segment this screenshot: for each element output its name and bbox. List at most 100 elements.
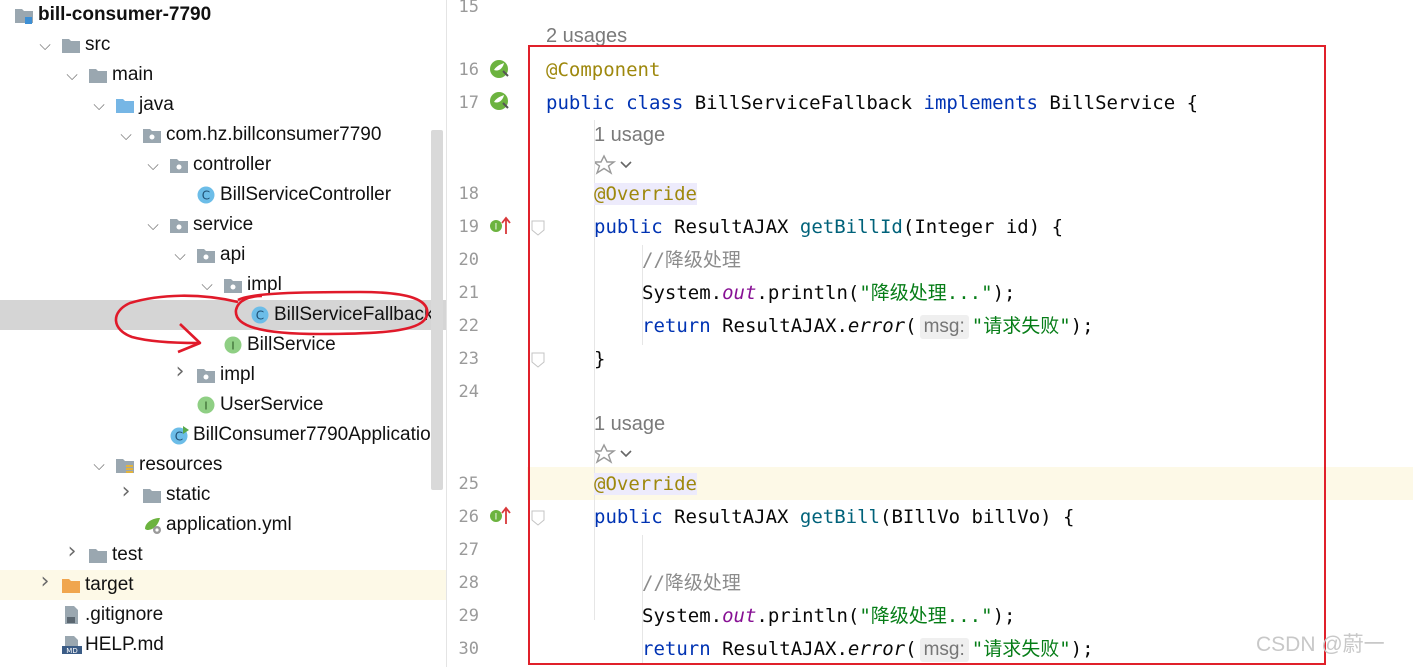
tree-item-src[interactable]: ⌵ src	[0, 30, 446, 60]
code-line-19: public ResultAJAX getBillId(Integer id) …	[594, 216, 1064, 238]
chevron-down-icon[interactable]: ⌵	[36, 35, 54, 55]
tree-item-label: application.yml	[166, 514, 292, 535]
chevron-right-icon[interactable]: ›	[36, 571, 54, 593]
svg-text:MD: MD	[66, 647, 77, 655]
markdown-file-icon: MD	[61, 635, 82, 655]
tree-item-bill-consumer-7790[interactable]: bill-consumer-7790	[0, 0, 446, 30]
folder-icon	[61, 35, 81, 55]
chevron-down-icon[interactable]: ⌵	[117, 125, 135, 145]
tree-item-controller[interactable]: ⌵ controller	[0, 150, 446, 180]
tree-item-label: main	[112, 64, 154, 85]
usages-hint-getbillid[interactable]: 1 usage	[594, 122, 665, 148]
tree-item-impl[interactable]: › impl	[0, 360, 446, 390]
line-number[interactable]: 19	[447, 215, 479, 239]
code-line-28: //降级处理	[642, 572, 741, 594]
tree-item-label: HELP.md	[85, 634, 164, 655]
line-number[interactable]: 22	[447, 314, 479, 338]
tree-item-label: BillService	[247, 334, 336, 355]
code-line-26: public ResultAJAX getBill(BIllVo billVo)…	[594, 506, 1075, 528]
spring-bean-icon[interactable]	[488, 90, 512, 118]
tree-item-test[interactable]: › test	[0, 540, 446, 570]
line-number[interactable]: 23	[447, 347, 479, 371]
folder-icon	[88, 545, 108, 565]
code-line-22: return ResultAJAX.error(msg: "请求失败");	[642, 315, 1094, 339]
tree-item-label: impl	[220, 364, 255, 385]
folder-icon	[88, 65, 108, 85]
chevron-down-icon[interactable]: ⌵	[90, 455, 108, 475]
ai-assist-icon[interactable]	[595, 443, 635, 465]
tree-item-label: BillServiceFallback	[274, 304, 434, 325]
implements-method-icon[interactable]: I	[489, 214, 513, 242]
line-number[interactable]: 28	[447, 571, 479, 595]
code-line-29: System.out.println("降级处理...");	[642, 605, 1016, 627]
package-icon	[142, 125, 162, 145]
chevron-down-icon[interactable]: ⌵	[198, 275, 216, 295]
class-icon: C	[250, 305, 270, 325]
line-number[interactable]: 16	[447, 58, 479, 82]
spring-bean-icon[interactable]	[488, 58, 512, 86]
tree-item-target[interactable]: › target	[0, 570, 446, 600]
usages-hint-getbill[interactable]: 1 usage	[594, 411, 665, 437]
tree-item-label: api	[220, 244, 246, 265]
line-number[interactable]: 21	[447, 281, 479, 305]
svg-text:C: C	[256, 309, 264, 323]
tree-item-com-hz-billconsumer7790[interactable]: ⌵ com.hz.billconsumer7790	[0, 120, 446, 150]
tree-item-userservice[interactable]: I UserService	[0, 390, 446, 420]
editor-gutter[interactable]: 15 16 17 18 19 20 21 22 23 24 25 26 27 28 29 30 I I	[447, 0, 545, 667]
tree-item-help-md[interactable]: MD HELP.md	[0, 630, 446, 660]
tree-item--gitignore[interactable]: .gitignore	[0, 600, 446, 630]
usages-hint-class[interactable]: 2 usages	[546, 23, 627, 49]
chevron-right-icon[interactable]: ›	[117, 481, 135, 503]
chevron-right-icon[interactable]: ›	[63, 541, 81, 563]
code-line-18: @Override	[594, 183, 697, 205]
tree-item-java[interactable]: ⌵ java	[0, 90, 446, 120]
tree-item-main[interactable]: ⌵ main	[0, 60, 446, 90]
tree-item-static[interactable]: › static	[0, 480, 446, 510]
code-editor[interactable]: 2 usages 1 usage 1 usage @Component publ…	[527, 0, 1413, 667]
package-icon	[196, 245, 216, 265]
chevron-down-icon[interactable]: ⌵	[144, 215, 162, 235]
code-line-21: System.out.println("降级处理...");	[642, 282, 1016, 304]
svg-text:I: I	[495, 223, 498, 233]
line-number[interactable]: 27	[447, 538, 479, 562]
code-line-30: return ResultAJAX.error(msg: "请求失败");	[642, 638, 1094, 662]
ai-assist-icon[interactable]	[595, 154, 635, 176]
line-number[interactable]: 29	[447, 604, 479, 628]
tree-scrollbar-thumb[interactable]	[431, 130, 443, 490]
tree-item-resources[interactable]: ⌵ resources	[0, 450, 446, 480]
tree-item-impl[interactable]: ⌵ impl	[0, 270, 446, 300]
folder-icon	[142, 485, 162, 505]
line-number[interactable]: 18	[447, 182, 479, 206]
tree-item-api[interactable]: ⌵ api	[0, 240, 446, 270]
tree-item-service[interactable]: ⌵ service	[0, 210, 446, 240]
tree-item-billservice[interactable]: I BillService	[0, 330, 446, 360]
tree-item-label: BillConsumer7790Applicatio	[193, 424, 431, 445]
tree-item-label: java	[139, 94, 174, 115]
chevron-down-icon[interactable]: ⌵	[63, 65, 81, 85]
line-number[interactable]: 24	[447, 380, 479, 404]
line-number[interactable]: 20	[447, 248, 479, 272]
svg-text:I: I	[204, 400, 207, 413]
svg-text:C: C	[202, 189, 210, 203]
tree-item-label: com.hz.billconsumer7790	[166, 124, 382, 145]
svg-text:C: C	[175, 430, 183, 444]
tree-item-application-yml[interactable]: application.yml	[0, 510, 446, 540]
line-number[interactable]: 25	[447, 472, 479, 496]
implements-method-icon[interactable]: I	[489, 504, 513, 532]
resources-folder-icon	[115, 455, 135, 475]
tree-item-billservicecontroller[interactable]: C BillServiceController	[0, 180, 446, 210]
code-line-20: //降级处理	[642, 249, 741, 271]
tree-item-label: src	[85, 34, 111, 55]
tree-item-label: target	[85, 574, 134, 595]
chevron-right-icon[interactable]: ›	[171, 361, 189, 383]
tree-item-billservicefallback[interactable]: C BillServiceFallback	[0, 300, 446, 330]
class-icon: C	[196, 185, 216, 205]
chevron-down-icon[interactable]: ⌵	[90, 95, 108, 115]
line-number[interactable]: 17	[447, 91, 479, 115]
chevron-down-icon[interactable]: ⌵	[144, 155, 162, 175]
tree-item-billconsumer7790applicatio[interactable]: C BillConsumer7790Applicatio	[0, 420, 446, 450]
line-number[interactable]: 15	[447, 0, 479, 19]
line-number[interactable]: 30	[447, 637, 479, 661]
chevron-down-icon[interactable]: ⌵	[171, 245, 189, 265]
line-number[interactable]: 26	[447, 505, 479, 529]
